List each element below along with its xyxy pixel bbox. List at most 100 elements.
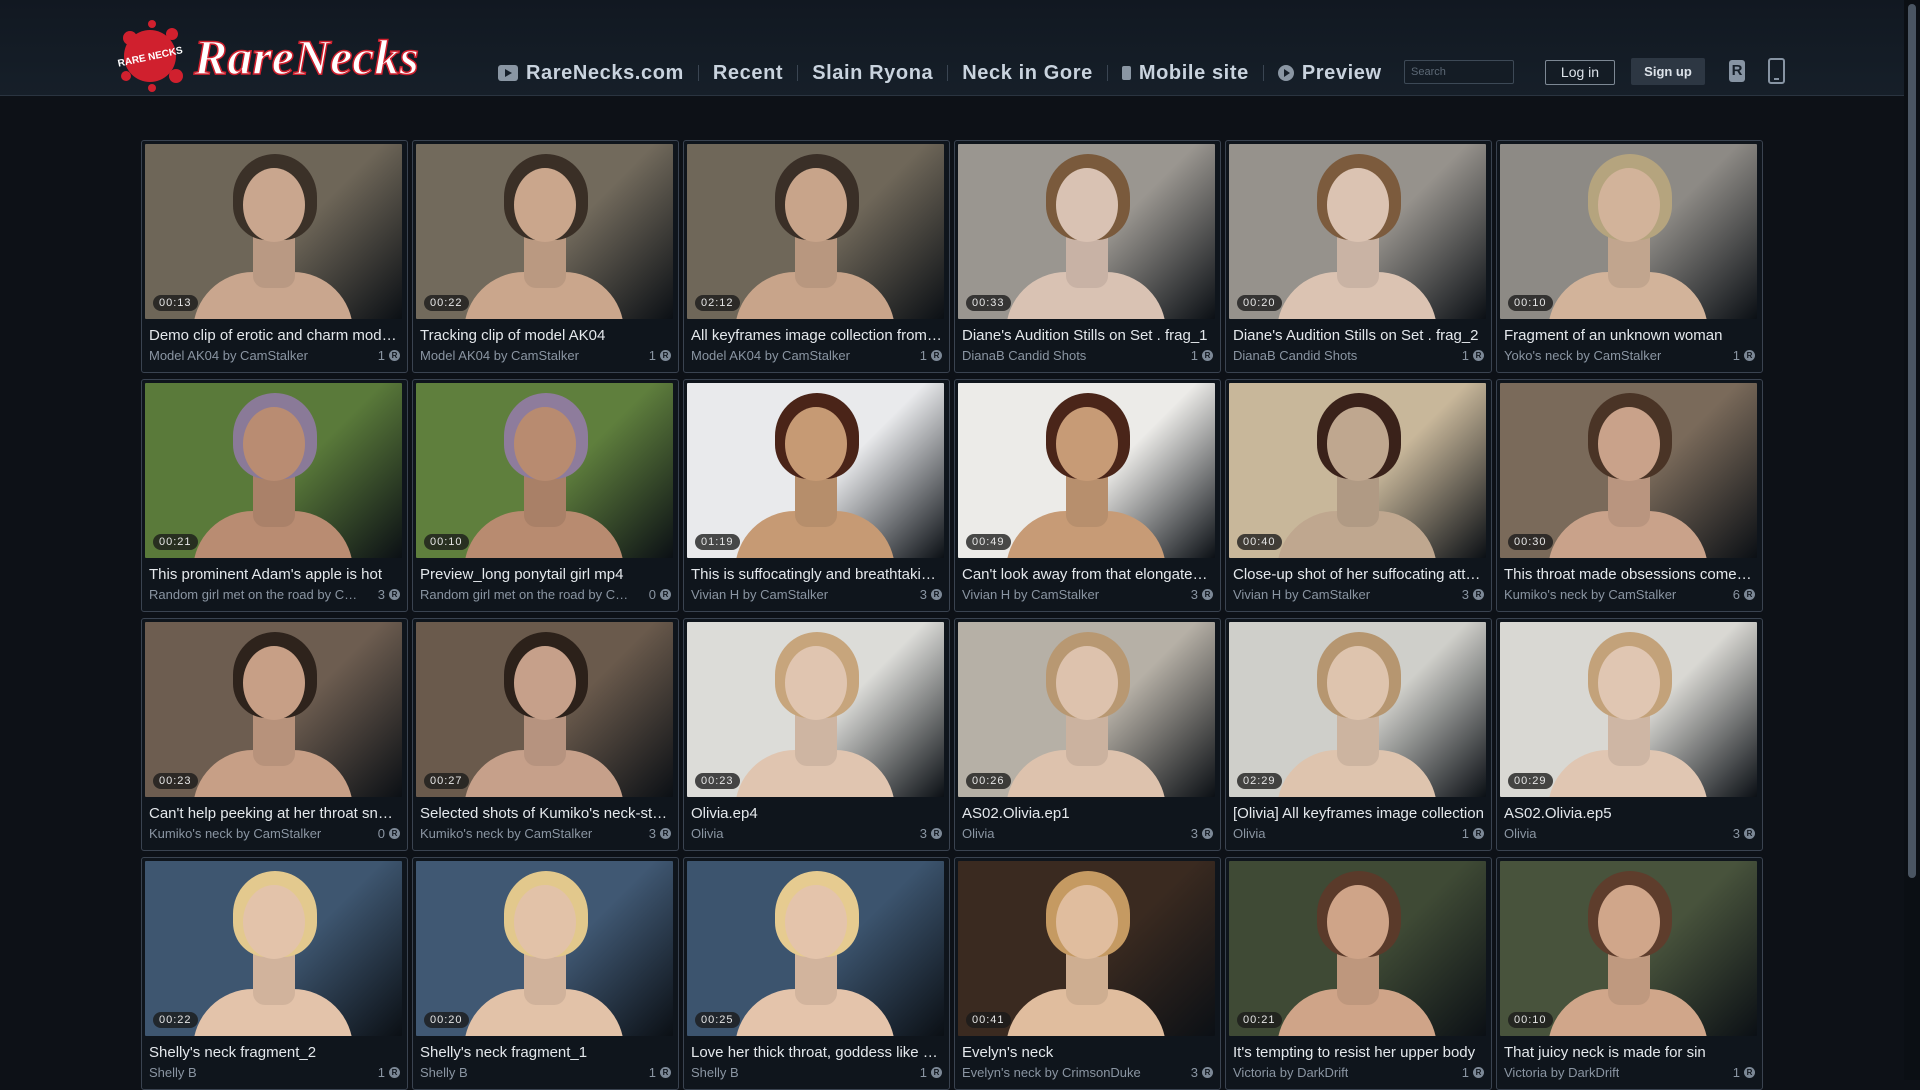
video-title[interactable]: Love her thick throat, goddess like pres… <box>691 1044 942 1061</box>
video-title[interactable]: This is suffocatingly and breathtakingly… <box>691 566 942 583</box>
video-card[interactable]: 00:23 Olivia.ep4 Olivia 3 R <box>683 618 950 851</box>
search-input[interactable] <box>1404 60 1514 84</box>
video-card[interactable]: 00:30 This throat made obsessions come t… <box>1496 379 1763 612</box>
video-author[interactable]: Victoria by DarkDrift <box>1504 1065 1619 1080</box>
video-card[interactable]: 00:25 Love her thick throat, goddess lik… <box>683 857 950 1090</box>
site-logo[interactable]: RARE NECKS RareNecks <box>112 14 472 94</box>
video-author[interactable]: Evelyn's neck by CrimsonDuke <box>962 1065 1141 1080</box>
video-thumbnail[interactable]: 00:21 <box>145 383 402 558</box>
video-card[interactable]: 00:23 Can't help peeking at her throat s… <box>141 618 408 851</box>
video-author[interactable]: Kumiko's neck by CamStalker <box>1504 587 1676 602</box>
nav-item-mobile-site[interactable]: Mobile site <box>1121 62 1249 85</box>
video-card[interactable]: 00:20 Shelly's neck fragment_1 Shelly B … <box>412 857 679 1090</box>
video-thumbnail[interactable]: 00:40 <box>1229 383 1486 558</box>
video-card[interactable]: 00:20 Diane's Audition Stills on Set . f… <box>1225 140 1492 373</box>
video-card[interactable]: 00:26 AS02.Olivia.ep1 Olivia 3 R <box>954 618 1221 851</box>
video-card[interactable]: 00:41 Evelyn's neck Evelyn's neck by Cri… <box>954 857 1221 1090</box>
video-title[interactable]: That juicy neck is made for sin <box>1504 1044 1755 1061</box>
video-title[interactable]: Diane's Audition Stills on Set . frag_2 <box>1233 327 1484 344</box>
video-thumbnail[interactable]: 00:20 <box>1229 144 1486 319</box>
video-author[interactable]: DianaB Candid Shots <box>962 348 1086 363</box>
video-title[interactable]: AS02.Olivia.ep1 <box>962 805 1213 822</box>
video-title[interactable]: Preview_long ponytail girl mp4 <box>420 566 671 583</box>
video-author[interactable]: Shelly B <box>691 1065 739 1080</box>
video-thumbnail[interactable]: 00:22 <box>145 861 402 1036</box>
video-author[interactable]: Model AK04 by CamStalker <box>149 348 308 363</box>
signup-button[interactable]: Sign up <box>1631 58 1705 85</box>
video-author[interactable]: Vivian H by CamStalker <box>1233 587 1370 602</box>
video-thumbnail[interactable]: 00:41 <box>958 861 1215 1036</box>
video-author[interactable]: Random girl met on the road by CamStalke… <box>149 587 359 602</box>
video-author[interactable]: Shelly B <box>420 1065 468 1080</box>
video-thumbnail[interactable]: 00:30 <box>1500 383 1757 558</box>
video-author[interactable]: Model AK04 by CamStalker <box>691 348 850 363</box>
video-title[interactable]: This prominent Adam's apple is hot <box>149 566 400 583</box>
video-title[interactable]: Can't look away from that elongated neck <box>962 566 1213 583</box>
video-thumbnail[interactable]: 00:33 <box>958 144 1215 319</box>
nav-item-rarenecks[interactable]: RareNecks.com <box>498 62 684 85</box>
video-title[interactable]: Can't help peeking at her throat snappin… <box>149 805 400 822</box>
video-thumbnail[interactable]: 00:10 <box>1500 144 1757 319</box>
video-thumbnail[interactable]: 00:10 <box>416 383 673 558</box>
video-author[interactable]: Olivia <box>691 826 724 841</box>
video-thumbnail[interactable]: 01:19 <box>687 383 944 558</box>
video-author[interactable]: Model AK04 by CamStalker <box>420 348 579 363</box>
nav-item-recent[interactable]: Recent <box>713 62 783 85</box>
video-title[interactable]: Fragment of an unknown woman <box>1504 327 1755 344</box>
video-card[interactable]: 02:12 All keyframes image collection fro… <box>683 140 950 373</box>
page-scrollbar[interactable] <box>1904 0 1920 1080</box>
video-title[interactable]: AS02.Olivia.ep5 <box>1504 805 1755 822</box>
video-author[interactable]: Olivia <box>962 826 995 841</box>
video-thumbnail[interactable]: 02:29 <box>1229 622 1486 797</box>
video-thumbnail[interactable]: 00:20 <box>416 861 673 1036</box>
mobile-device-icon[interactable] <box>1768 58 1785 84</box>
video-card[interactable]: 00:10 Preview_long ponytail girl mp4 Ran… <box>412 379 679 612</box>
video-author[interactable]: Yoko's neck by CamStalker <box>1504 348 1661 363</box>
video-card[interactable]: 00:13 Demo clip of erotic and charm mode… <box>141 140 408 373</box>
video-thumbnail[interactable]: 00:23 <box>145 622 402 797</box>
video-title[interactable]: This throat made obsessions come true <box>1504 566 1755 583</box>
login-button[interactable]: Log in <box>1545 60 1615 85</box>
video-thumbnail[interactable]: 00:26 <box>958 622 1215 797</box>
video-author[interactable]: Olivia <box>1233 826 1266 841</box>
video-author[interactable]: Kumiko's neck by CamStalker <box>420 826 592 841</box>
video-author[interactable]: Olivia <box>1504 826 1537 841</box>
video-card[interactable]: 00:33 Diane's Audition Stills on Set . f… <box>954 140 1221 373</box>
video-thumbnail[interactable]: 00:21 <box>1229 861 1486 1036</box>
nav-item-neck-in-gore[interactable]: Neck in Gore <box>962 62 1093 85</box>
video-title[interactable]: Demo clip of erotic and charm model AK04 <box>149 327 400 344</box>
video-author[interactable]: Vivian H by CamStalker <box>691 587 828 602</box>
video-thumbnail[interactable]: 02:12 <box>687 144 944 319</box>
video-title[interactable]: Diane's Audition Stills on Set . frag_1 <box>962 327 1213 344</box>
video-thumbnail[interactable]: 00:10 <box>1500 861 1757 1036</box>
video-title[interactable]: Shelly's neck fragment_1 <box>420 1044 671 1061</box>
nav-item-slain-ryona[interactable]: Slain Ryona <box>812 62 933 85</box>
video-author[interactable]: Victoria by DarkDrift <box>1233 1065 1348 1080</box>
video-thumbnail[interactable]: 00:13 <box>145 144 402 319</box>
video-card[interactable]: 00:10 Fragment of an unknown woman Yoko'… <box>1496 140 1763 373</box>
video-thumbnail[interactable]: 00:22 <box>416 144 673 319</box>
video-card[interactable]: 00:22 Tracking clip of model AK04 Model … <box>412 140 679 373</box>
video-thumbnail[interactable]: 00:49 <box>958 383 1215 558</box>
video-card[interactable]: 02:29 [Olivia] All keyframes image colle… <box>1225 618 1492 851</box>
video-author[interactable]: DianaB Candid Shots <box>1233 348 1357 363</box>
video-author[interactable]: Vivian H by CamStalker <box>962 587 1099 602</box>
scrollbar-thumb[interactable] <box>1908 4 1916 878</box>
nav-item-preview[interactable]: Preview <box>1277 62 1382 85</box>
video-card[interactable]: 00:27 Selected shots of Kumiko's neck-st… <box>412 618 679 851</box>
video-title[interactable]: Evelyn's neck <box>962 1044 1213 1061</box>
video-card[interactable]: 00:10 That juicy neck is made for sin Vi… <box>1496 857 1763 1090</box>
video-title[interactable]: Tracking clip of model AK04 <box>420 327 671 344</box>
video-thumbnail[interactable]: 00:27 <box>416 622 673 797</box>
video-title[interactable]: [Olivia] All keyframes image collection <box>1233 805 1484 822</box>
video-thumbnail[interactable]: 00:25 <box>687 861 944 1036</box>
video-title[interactable]: Close-up shot of her suffocating attract… <box>1233 566 1484 583</box>
video-author[interactable]: Kumiko's neck by CamStalker <box>149 826 321 841</box>
video-author[interactable]: Random girl met on the road by CamStalke… <box>420 587 630 602</box>
r-icon[interactable]: R <box>1729 60 1745 82</box>
video-thumbnail[interactable]: 00:23 <box>687 622 944 797</box>
video-title[interactable]: It's tempting to resist her upper body <box>1233 1044 1484 1061</box>
video-card[interactable]: 01:19 This is suffocatingly and breathta… <box>683 379 950 612</box>
video-card[interactable]: 00:29 AS02.Olivia.ep5 Olivia 3 R <box>1496 618 1763 851</box>
video-author[interactable]: Shelly B <box>149 1065 197 1080</box>
